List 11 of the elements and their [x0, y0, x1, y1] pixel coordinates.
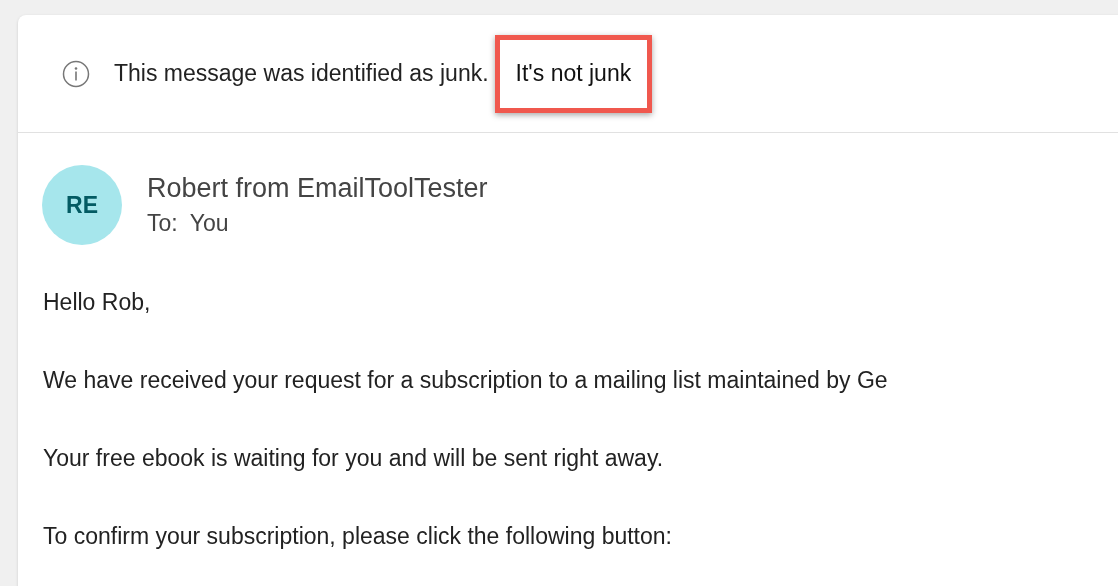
body-paragraph: We have received your request for a subscription to a mailing list maintained by Ge [43, 366, 889, 395]
body-paragraph: Hello Rob, [43, 288, 152, 317]
body-paragraph: To confirm your subscription, please click the following button: [43, 522, 673, 551]
info-icon [62, 59, 90, 88]
not-junk-link[interactable]: It's not junk [515, 60, 632, 87]
sender-name: Robert from EmailToolTester [147, 173, 488, 204]
body-paragraph: Your free ebook is waiting for you and will be sent right away. [43, 444, 665, 473]
to-label: To: [147, 210, 178, 237]
junk-notice: This message was identified as junk. [114, 60, 489, 87]
recipient: You [189, 210, 229, 237]
avatar: RE [42, 165, 122, 245]
